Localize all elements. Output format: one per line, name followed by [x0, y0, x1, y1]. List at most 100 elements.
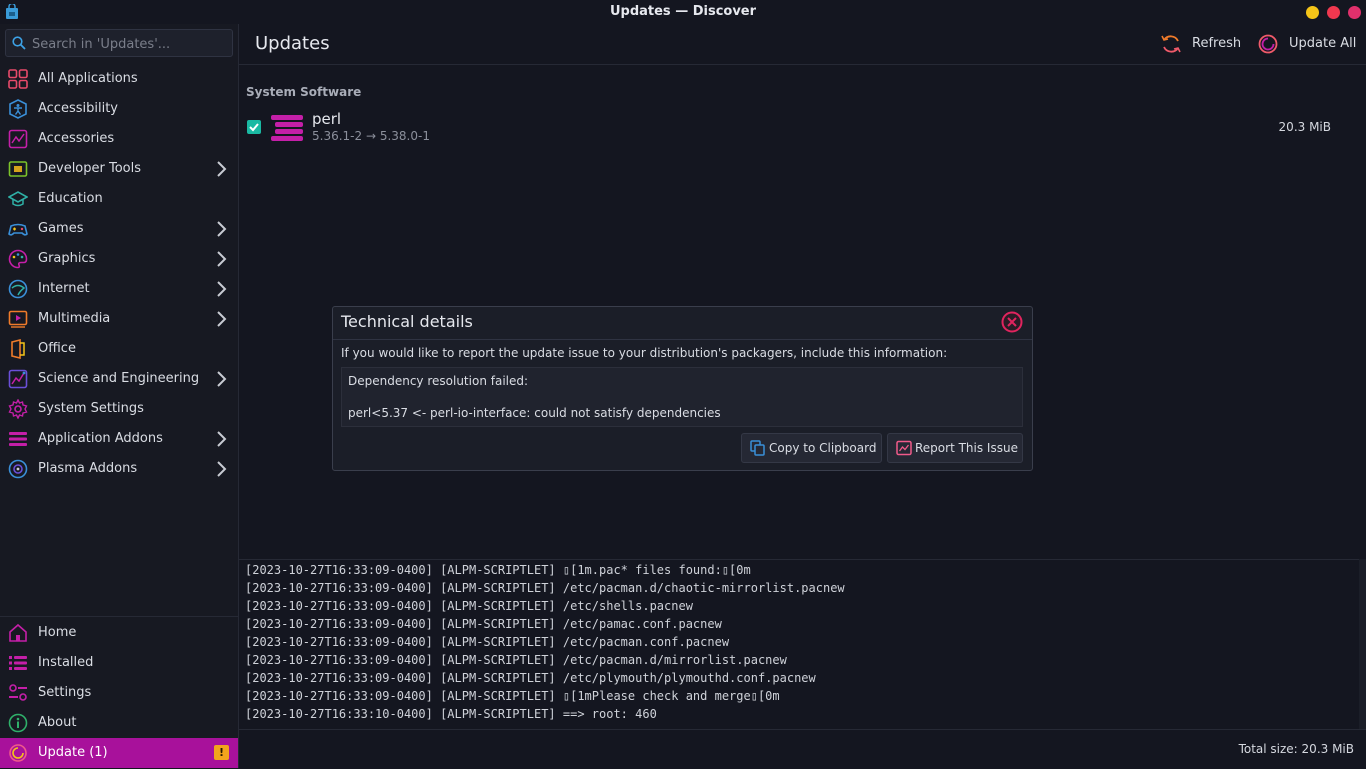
sidebar-item-label: Accessories: [38, 131, 115, 146]
report-issue-button[interactable]: Report This Issue: [887, 433, 1023, 463]
section-title: System Software: [246, 85, 362, 99]
sidebar-item-label: Plasma Addons: [38, 461, 138, 476]
chevron-right-icon: [217, 161, 227, 177]
chevron-right-icon: [217, 371, 227, 387]
sidebar-item-label: All Applications: [38, 71, 138, 86]
sidebar-item-internet[interactable]: Internet: [0, 274, 238, 304]
office-icon: [11, 339, 25, 359]
search-input[interactable]: [30, 32, 230, 56]
sidebar-item-label: System Settings: [38, 401, 144, 416]
log-output[interactable]: [2023-10-27T16:33:09-0400] [ALPM-SCRIPTL…: [239, 559, 1359, 730]
sidebar-item-label: Internet: [38, 281, 90, 296]
close-button[interactable]: [1348, 6, 1361, 19]
report-icon: [896, 440, 912, 456]
log-scrollbar[interactable]: [1359, 559, 1366, 729]
package-version: 5.36.1-2 → 5.38.0-1: [312, 129, 430, 143]
refresh-label: Refresh: [1192, 36, 1242, 51]
play-icon: [8, 310, 28, 328]
copy-to-clipboard-button[interactable]: Copy to Clipboard: [741, 433, 882, 463]
update-badge: !: [214, 745, 229, 760]
dialog-message: If you would like to report the update i…: [341, 346, 948, 360]
plasma-icon: [8, 459, 28, 479]
dialog-title: Technical details: [341, 312, 473, 331]
sidebar-item-label: Games: [38, 221, 84, 236]
sidebar-item-label: Accessibility: [38, 101, 118, 116]
error-details-line: Dependency resolution failed:: [348, 374, 529, 388]
package-checkbox[interactable]: [247, 120, 261, 134]
palette-icon: [8, 249, 28, 269]
sidebar-item-education[interactable]: Education: [0, 184, 238, 214]
sidebar-item-accessibility[interactable]: Accessibility: [0, 94, 238, 124]
search-box[interactable]: [5, 29, 233, 57]
sidebar-item-all-applications[interactable]: All Applications: [0, 64, 238, 94]
accessories-icon: [8, 129, 28, 149]
sidebar-item-label: Update (1): [38, 745, 108, 760]
sidebar-item-label: Multimedia: [38, 311, 111, 326]
log-line: [2023-10-27T16:33:09-0400] [ALPM-SCRIPTL…: [245, 563, 751, 577]
update-all-icon: [1258, 34, 1278, 54]
footer: Total size: 20.3 MiB: [239, 729, 1366, 769]
sidebar-item-update[interactable]: Update (1) !: [0, 738, 238, 768]
sidebar-item-label: Office: [38, 341, 76, 356]
sidebar-item-graphics[interactable]: Graphics: [0, 244, 238, 274]
sidebar-item-system-settings[interactable]: System Settings: [0, 394, 238, 424]
log-line: [2023-10-27T16:33:09-0400] [ALPM-SCRIPTL…: [245, 671, 816, 685]
info-icon: [8, 713, 28, 733]
sidebar-item-about[interactable]: About: [0, 708, 238, 738]
sidebar-item-plasma-addons[interactable]: Plasma Addons: [0, 454, 238, 484]
chevron-right-icon: [217, 221, 227, 237]
update-all-button[interactable]: Update All: [1257, 32, 1357, 56]
sidebar-item-home[interactable]: Home: [0, 618, 238, 648]
grid-icon: [8, 69, 28, 89]
graduation-cap-icon: [8, 191, 28, 207]
globe-icon: [8, 279, 28, 299]
sidebar-item-label: About: [38, 715, 77, 730]
chevron-right-icon: [217, 431, 227, 447]
sidebar-item-science-and-engineering[interactable]: Science and Engineering: [0, 364, 238, 394]
chevron-right-icon: [217, 251, 227, 267]
error-details-box[interactable]: Dependency resolution failed: perl<5.37 …: [341, 367, 1023, 427]
sidebar-item-label: Application Addons: [38, 431, 163, 446]
sidebar-item-label: Installed: [38, 655, 94, 670]
report-issue-label: Report This Issue: [915, 441, 1018, 455]
chevron-right-icon: [217, 311, 227, 327]
sidebar-item-label: Home: [38, 625, 77, 640]
page-title: Updates: [255, 33, 330, 54]
copy-icon: [750, 440, 765, 456]
developer-tools-icon: [8, 161, 28, 177]
sidebar-item-accessories[interactable]: Accessories: [0, 124, 238, 154]
refresh-button[interactable]: Refresh: [1160, 32, 1242, 56]
log-line: [2023-10-27T16:33:09-0400] [ALPM-SCRIPTL…: [245, 617, 722, 631]
log-line: [2023-10-27T16:33:10-0400] [ALPM-SCRIPTL…: [245, 707, 657, 721]
sidebar-divider: [0, 616, 238, 617]
chevron-right-icon: [217, 461, 227, 477]
sidebar-item-office[interactable]: Office: [0, 334, 238, 364]
package-row[interactable]: perl 5.36.1-2 → 5.38.0-1 20.3 MiB: [239, 108, 1357, 148]
sidebar-item-application-addons[interactable]: Application Addons: [0, 424, 238, 454]
sidebar-item-developer-tools[interactable]: Developer Tools: [0, 154, 238, 184]
sidebar-item-label: Settings: [38, 685, 92, 700]
dialog-divider: [333, 339, 1032, 340]
gear-icon: [8, 399, 28, 419]
total-size: Total size: 20.3 MiB: [1238, 742, 1354, 756]
technical-details-dialog: Technical details If you would like to r…: [332, 306, 1033, 471]
update-all-label: Update All: [1289, 36, 1357, 51]
sidebar-item-settings[interactable]: Settings: [0, 678, 238, 708]
sidebar-item-label: Education: [38, 191, 103, 206]
home-icon: [9, 623, 27, 642]
maximize-button[interactable]: [1327, 6, 1340, 19]
sidebar-item-games[interactable]: Games: [0, 214, 238, 244]
close-icon[interactable]: [1001, 311, 1023, 333]
title-bar: Updates — Discover: [0, 0, 1366, 24]
log-line: [2023-10-27T16:33:09-0400] [ALPM-SCRIPTL…: [245, 689, 780, 703]
sidebar-item-label: Graphics: [38, 251, 96, 266]
minimize-button[interactable]: [1306, 6, 1319, 19]
package-name: perl: [312, 110, 342, 128]
search-icon: [12, 36, 26, 50]
sidebar-item-installed[interactable]: Installed: [0, 648, 238, 678]
log-line: [2023-10-27T16:33:09-0400] [ALPM-SCRIPTL…: [245, 599, 693, 613]
list-icon: [9, 656, 27, 670]
sidebar-item-multimedia[interactable]: Multimedia: [0, 304, 238, 334]
chevron-right-icon: [217, 281, 227, 297]
addons-icon: [9, 432, 27, 446]
